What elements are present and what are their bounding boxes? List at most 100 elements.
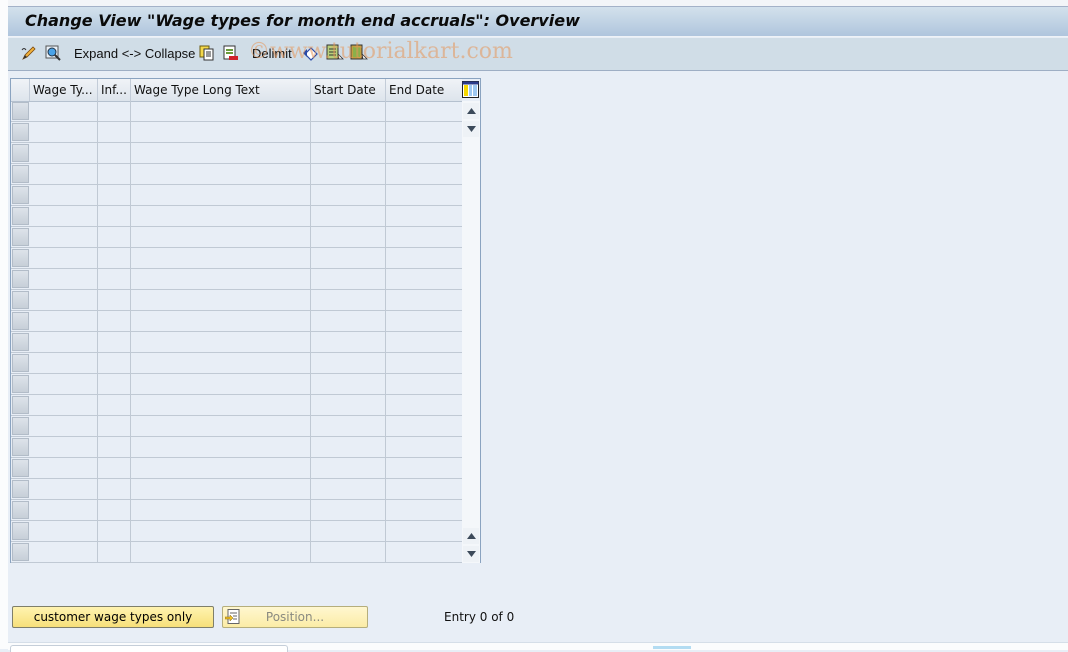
end-date-cell[interactable] xyxy=(386,542,462,562)
wage-type-cell[interactable] xyxy=(30,395,98,415)
start-date-cell[interactable] xyxy=(311,500,386,520)
start-date-cell[interactable] xyxy=(311,164,386,184)
info-cell[interactable] xyxy=(98,164,131,184)
select-block-icon[interactable] xyxy=(350,44,368,62)
scroll-up-bottom-button[interactable] xyxy=(463,528,479,544)
wage-type-cell[interactable] xyxy=(30,311,98,331)
start-date-cell[interactable] xyxy=(311,416,386,436)
end-date-cell[interactable] xyxy=(386,395,462,415)
long-text-cell[interactable] xyxy=(131,122,311,142)
info-cell[interactable] xyxy=(98,143,131,163)
long-text-cell[interactable] xyxy=(131,416,311,436)
end-date-cell[interactable] xyxy=(386,374,462,394)
end-date-cell[interactable] xyxy=(386,185,462,205)
start-date-cell[interactable] xyxy=(311,542,386,562)
select-all-rows-button[interactable] xyxy=(11,79,30,101)
row-selector-button[interactable] xyxy=(12,396,29,414)
wage-type-cell[interactable] xyxy=(30,206,98,226)
start-date-cell[interactable] xyxy=(311,332,386,352)
long-text-cell[interactable] xyxy=(131,164,311,184)
wage-type-cell[interactable] xyxy=(30,122,98,142)
wage-type-cell[interactable] xyxy=(30,542,98,562)
start-date-cell[interactable] xyxy=(311,206,386,226)
end-date-cell[interactable] xyxy=(386,311,462,331)
end-date-cell[interactable] xyxy=(386,227,462,247)
start-date-cell[interactable] xyxy=(311,248,386,268)
long-text-cell[interactable] xyxy=(131,185,311,205)
row-selector-button[interactable] xyxy=(12,354,29,372)
end-date-cell[interactable] xyxy=(386,500,462,520)
column-header-end-date[interactable]: End Date xyxy=(386,79,462,101)
column-header-long-text[interactable]: Wage Type Long Text xyxy=(131,79,311,101)
end-date-cell[interactable] xyxy=(386,353,462,373)
long-text-cell[interactable] xyxy=(131,521,311,541)
long-text-cell[interactable] xyxy=(131,458,311,478)
row-selector-button[interactable] xyxy=(12,123,29,141)
wage-type-cell[interactable] xyxy=(30,416,98,436)
expand-collapse-button[interactable]: Expand <-> Collapse xyxy=(74,46,195,61)
start-date-cell[interactable] xyxy=(311,143,386,163)
display-change-icon[interactable] xyxy=(20,44,38,62)
wage-type-cell[interactable] xyxy=(30,143,98,163)
row-selector-button[interactable] xyxy=(12,312,29,330)
info-cell[interactable] xyxy=(98,458,131,478)
long-text-cell[interactable] xyxy=(131,395,311,415)
end-date-cell[interactable] xyxy=(386,206,462,226)
long-text-cell[interactable] xyxy=(131,101,311,121)
info-cell[interactable] xyxy=(98,290,131,310)
wage-type-cell[interactable] xyxy=(30,101,98,121)
start-date-cell[interactable] xyxy=(311,311,386,331)
end-date-cell[interactable] xyxy=(386,164,462,184)
info-cell[interactable] xyxy=(98,122,131,142)
long-text-cell[interactable] xyxy=(131,248,311,268)
copy-as-icon[interactable] xyxy=(198,44,216,62)
info-cell[interactable] xyxy=(98,101,131,121)
row-selector-button[interactable] xyxy=(12,543,29,561)
long-text-cell[interactable] xyxy=(131,500,311,520)
scroll-down-bottom-button[interactable] xyxy=(463,546,479,562)
info-cell[interactable] xyxy=(98,542,131,562)
row-selector-button[interactable] xyxy=(12,333,29,351)
undo-change-icon[interactable] xyxy=(302,44,320,62)
info-cell[interactable] xyxy=(98,248,131,268)
row-selector-button[interactable] xyxy=(12,375,29,393)
start-date-cell[interactable] xyxy=(311,122,386,142)
scroll-down-top-button[interactable] xyxy=(463,121,479,137)
column-header-wage-type[interactable]: Wage Ty... xyxy=(30,79,98,101)
column-settings-icon[interactable] xyxy=(462,81,479,98)
wage-type-cell[interactable] xyxy=(30,332,98,352)
start-date-cell[interactable] xyxy=(311,521,386,541)
start-date-cell[interactable] xyxy=(311,374,386,394)
info-cell[interactable] xyxy=(98,479,131,499)
long-text-cell[interactable] xyxy=(131,479,311,499)
row-selector-button[interactable] xyxy=(12,522,29,540)
row-selector-button[interactable] xyxy=(12,228,29,246)
info-cell[interactable] xyxy=(98,416,131,436)
row-selector-button[interactable] xyxy=(12,438,29,456)
start-date-cell[interactable] xyxy=(311,458,386,478)
info-cell[interactable] xyxy=(98,500,131,520)
end-date-cell[interactable] xyxy=(386,143,462,163)
start-date-cell[interactable] xyxy=(311,227,386,247)
wage-type-cell[interactable] xyxy=(30,227,98,247)
long-text-cell[interactable] xyxy=(131,206,311,226)
row-selector-button[interactable] xyxy=(12,186,29,204)
long-text-cell[interactable] xyxy=(131,227,311,247)
long-text-cell[interactable] xyxy=(131,311,311,331)
info-cell[interactable] xyxy=(98,227,131,247)
delimit-button[interactable]: Delimit xyxy=(252,46,292,61)
end-date-cell[interactable] xyxy=(386,332,462,352)
row-selector-button[interactable] xyxy=(12,459,29,477)
delete-icon[interactable] xyxy=(222,44,240,62)
end-date-cell[interactable] xyxy=(386,437,462,457)
end-date-cell[interactable] xyxy=(386,122,462,142)
info-cell[interactable] xyxy=(98,437,131,457)
info-cell[interactable] xyxy=(98,374,131,394)
end-date-cell[interactable] xyxy=(386,101,462,121)
end-date-cell[interactable] xyxy=(386,416,462,436)
end-date-cell[interactable] xyxy=(386,248,462,268)
wage-type-cell[interactable] xyxy=(30,458,98,478)
wage-type-cell[interactable] xyxy=(30,290,98,310)
long-text-cell[interactable] xyxy=(131,143,311,163)
end-date-cell[interactable] xyxy=(386,479,462,499)
